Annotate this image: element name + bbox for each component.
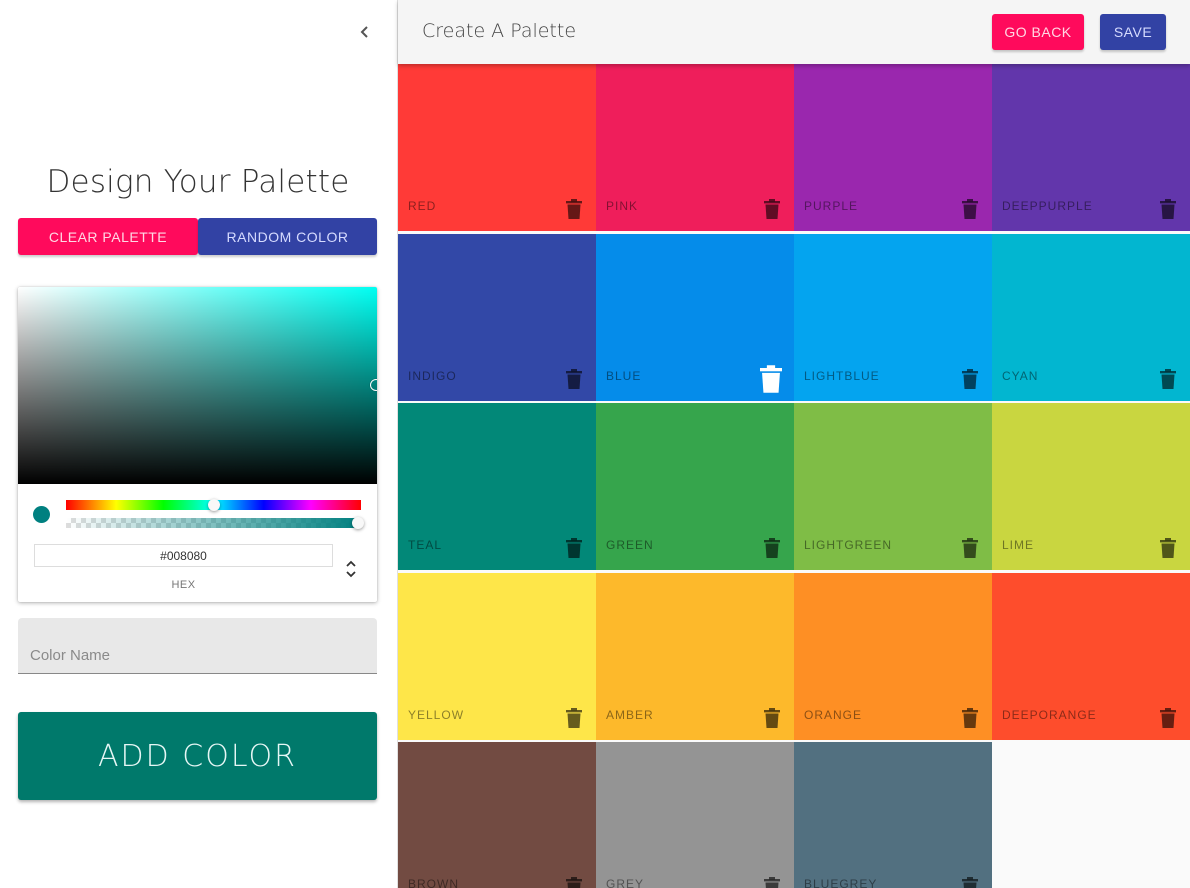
color-box-name: orange xyxy=(804,707,863,722)
trash-icon[interactable] xyxy=(760,364,782,393)
saturation-area[interactable] xyxy=(18,287,377,484)
color-box-blue[interactable]: blue xyxy=(596,233,794,401)
save-button[interactable]: Save xyxy=(1100,14,1166,50)
color-box-red[interactable]: red xyxy=(398,64,596,231)
trash-icon[interactable] xyxy=(962,368,978,389)
color-box-orange[interactable]: orange xyxy=(794,572,992,740)
trash-icon[interactable] xyxy=(566,199,582,219)
random-color-button[interactable]: Random Color xyxy=(198,218,377,255)
trash-icon[interactable] xyxy=(1160,368,1176,389)
color-box-purple[interactable]: purple xyxy=(794,64,992,231)
unfold-icon xyxy=(346,560,356,578)
color-box-name: grey xyxy=(606,877,645,888)
chevron-left-icon xyxy=(360,26,368,38)
go-back-button[interactable]: Go Back xyxy=(992,14,1084,50)
drawer-collapse-button[interactable] xyxy=(352,18,378,46)
trash-icon[interactable] xyxy=(962,538,978,558)
trash-icon[interactable] xyxy=(764,877,780,888)
color-box-name: deeppurple xyxy=(1002,199,1093,213)
color-box-name: blue xyxy=(606,368,642,383)
color-box-name: bluegrey xyxy=(804,877,878,888)
color-box-name: cyan xyxy=(1002,368,1039,383)
color-box-deeporange[interactable]: deeporange xyxy=(992,572,1190,740)
color-box-name: deeporange xyxy=(1002,707,1097,722)
alpha-slider[interactable] xyxy=(66,518,361,528)
hex-input[interactable] xyxy=(34,544,333,567)
color-box-name: indigo xyxy=(408,368,457,383)
color-name-input[interactable] xyxy=(30,644,360,666)
palette-drawer: Design Your Palette Clear Palette Random… xyxy=(0,0,398,888)
trash-icon[interactable] xyxy=(962,199,978,219)
app-root: Design Your Palette Clear Palette Random… xyxy=(0,0,1190,888)
trash-icon[interactable] xyxy=(1160,538,1176,558)
color-box-teal[interactable]: teal xyxy=(398,403,596,570)
current-color-swatch xyxy=(33,506,50,523)
palette-grid: red pink purple deeppurple indigo blue lightbl… xyxy=(398,64,1190,888)
trash-icon[interactable] xyxy=(1160,199,1176,219)
color-box-name: lightblue xyxy=(804,368,880,383)
clear-palette-button[interactable]: Clear Palette xyxy=(18,218,198,255)
trash-icon[interactable] xyxy=(962,707,978,728)
color-box-name: lightgreen xyxy=(804,538,893,552)
trash-icon[interactable] xyxy=(566,368,582,389)
color-box-amber[interactable]: amber xyxy=(596,572,794,740)
hex-label: HEX xyxy=(171,579,196,591)
saturation-pointer[interactable] xyxy=(370,379,377,391)
color-box-bluegrey[interactable]: bluegrey xyxy=(794,742,992,888)
add-color-button[interactable]: ADD COLOR xyxy=(18,712,377,800)
trash-icon[interactable] xyxy=(566,877,582,888)
page-title: Create A Palette xyxy=(422,20,577,42)
color-mode-toggle[interactable] xyxy=(340,555,362,583)
color-box-lightblue[interactable]: lightblue xyxy=(794,233,992,401)
color-box-name: amber xyxy=(606,707,654,722)
trash-icon[interactable] xyxy=(1160,707,1176,728)
app-bar: Create A Palette Go Back Save xyxy=(398,0,1190,64)
trash-icon[interactable] xyxy=(566,707,582,728)
color-box-indigo[interactable]: indigo xyxy=(398,233,596,401)
trash-icon[interactable] xyxy=(764,538,780,558)
trash-icon[interactable] xyxy=(764,707,780,728)
trash-icon[interactable] xyxy=(566,538,582,558)
color-box-name: lime xyxy=(1002,538,1035,552)
trash-icon[interactable] xyxy=(962,877,978,888)
hue-slider-handle[interactable] xyxy=(208,499,220,511)
color-box-pink[interactable]: pink xyxy=(596,64,794,231)
color-box-name: pink xyxy=(606,199,639,213)
color-box-lime[interactable]: lime xyxy=(992,403,1190,570)
drawer-title: Design Your Palette xyxy=(46,164,350,200)
color-box-name: red xyxy=(408,199,437,213)
color-box-name: brown xyxy=(408,877,459,888)
color-box-green[interactable]: green xyxy=(596,403,794,570)
color-box-name: teal xyxy=(408,538,443,552)
color-box-brown[interactable]: brown xyxy=(398,742,596,888)
color-box-grey[interactable]: grey xyxy=(596,742,794,888)
color-picker: HEX xyxy=(18,287,377,602)
color-box-name: purple xyxy=(804,199,859,213)
color-name-field[interactable] xyxy=(18,618,377,674)
color-box-name: yellow xyxy=(408,707,465,722)
color-box-cyan[interactable]: cyan xyxy=(992,233,1190,401)
drawer-button-row: Clear Palette Random Color xyxy=(18,218,377,255)
trash-icon[interactable] xyxy=(764,199,780,219)
color-box-name: green xyxy=(606,538,654,552)
color-box-yellow[interactable]: yellow xyxy=(398,572,596,740)
color-box-deeppurple[interactable]: deeppurple xyxy=(992,64,1190,231)
color-box-lightgreen[interactable]: lightgreen xyxy=(794,403,992,570)
alpha-slider-handle[interactable] xyxy=(352,517,364,529)
